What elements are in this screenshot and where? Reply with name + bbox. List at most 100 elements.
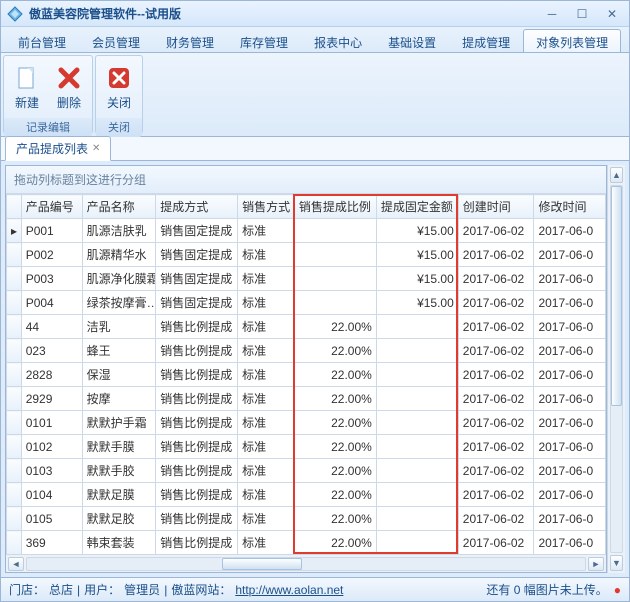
menu-6[interactable]: 提成管理 (449, 29, 523, 52)
close-button[interactable]: 关闭 (98, 58, 140, 116)
cell[interactable]: 销售比例提成 (156, 483, 238, 507)
cell[interactable]: 2828 (21, 363, 82, 387)
column-header[interactable]: 销售提成比例 (294, 195, 376, 219)
table-row[interactable]: ▸P001肌源洁肤乳销售固定提成标准¥15.002017-06-022017-0… (7, 219, 606, 243)
vscroll-thumb[interactable] (611, 186, 622, 406)
cell[interactable]: 2017-06-0 (534, 435, 606, 459)
vertical-scrollbar[interactable]: ▲ ▼ (607, 165, 625, 573)
cell[interactable] (376, 531, 458, 555)
menu-7[interactable]: 对象列表管理 (523, 29, 621, 52)
cell[interactable]: 洁乳 (82, 315, 156, 339)
cell[interactable]: 标准 (238, 459, 295, 483)
cell[interactable] (294, 291, 376, 315)
cell[interactable]: 销售固定提成 (156, 267, 238, 291)
cell[interactable]: 标准 (238, 411, 295, 435)
table-row[interactable]: P002肌源精华水销售固定提成标准¥15.002017-06-022017-06… (7, 243, 606, 267)
cell[interactable]: 销售固定提成 (156, 243, 238, 267)
close-tab-icon[interactable]: ✕ (92, 143, 100, 154)
cell[interactable]: 2017-06-0 (534, 459, 606, 483)
cell[interactable]: 2017-06-02 (458, 339, 534, 363)
cell[interactable]: 2017-06-0 (534, 315, 606, 339)
cell[interactable]: 标准 (238, 363, 295, 387)
cell[interactable] (376, 435, 458, 459)
column-header[interactable]: 产品名称 (82, 195, 156, 219)
cell[interactable]: P001 (21, 219, 82, 243)
column-header[interactable]: 创建时间 (458, 195, 534, 219)
column-header[interactable]: 提成固定金额 (376, 195, 458, 219)
cell[interactable]: 默默足胶 (82, 507, 156, 531)
table-row[interactable]: 44洁乳销售比例提成标准22.00%2017-06-022017-06-0 (7, 315, 606, 339)
cell[interactable]: 0105 (21, 507, 82, 531)
cell[interactable]: 2017-06-02 (458, 219, 534, 243)
cell[interactable]: 22.00% (294, 507, 376, 531)
cell[interactable]: 保湿 (82, 363, 156, 387)
cell[interactable]: 肌源净化膜霜 (82, 267, 156, 291)
cell[interactable]: 2017-06-02 (458, 531, 534, 555)
cell[interactable]: 2017-06-02 (458, 387, 534, 411)
cell[interactable]: 销售比例提成 (156, 339, 238, 363)
cell[interactable]: 销售比例提成 (156, 531, 238, 555)
cell[interactable]: 2017-06-0 (534, 219, 606, 243)
cell[interactable]: 标准 (238, 291, 295, 315)
cell[interactable]: 2017-06-02 (458, 291, 534, 315)
cell[interactable]: 023 (21, 339, 82, 363)
cell[interactable]: 2017-06-02 (458, 483, 534, 507)
cell[interactable]: 销售固定提成 (156, 219, 238, 243)
table-row[interactable]: 369韩束套装销售比例提成标准22.00%2017-06-022017-06-0 (7, 531, 606, 555)
cell[interactable]: ¥15.00 (376, 267, 458, 291)
cell[interactable]: 2017-06-0 (534, 483, 606, 507)
table-row[interactable]: 0101默默护手霜销售比例提成标准22.00%2017-06-022017-06… (7, 411, 606, 435)
cell[interactable]: 销售比例提成 (156, 435, 238, 459)
cell[interactable]: 2017-06-0 (534, 363, 606, 387)
hscroll-thumb[interactable] (222, 558, 302, 570)
close-window-button[interactable]: ✕ (601, 6, 623, 22)
cell[interactable]: 22.00% (294, 339, 376, 363)
cell[interactable]: 标准 (238, 219, 295, 243)
cell[interactable]: 22.00% (294, 531, 376, 555)
cell[interactable]: 标准 (238, 315, 295, 339)
cell[interactable]: ¥15.00 (376, 243, 458, 267)
cell[interactable]: 2017-06-0 (534, 387, 606, 411)
cell[interactable]: 0101 (21, 411, 82, 435)
cell[interactable]: 2017-06-0 (534, 531, 606, 555)
cell[interactable]: 销售比例提成 (156, 411, 238, 435)
cell[interactable]: 0104 (21, 483, 82, 507)
cell[interactable]: 蜂王 (82, 339, 156, 363)
cell[interactable] (376, 507, 458, 531)
group-by-bar[interactable]: 拖动列标题到这进行分组 (6, 166, 606, 194)
cell[interactable]: 绿茶按摩膏… (82, 291, 156, 315)
scroll-right-button[interactable]: ► (588, 557, 604, 571)
maximize-button[interactable]: ☐ (571, 6, 593, 22)
table-row[interactable]: 023蜂王销售比例提成标准22.00%2017-06-022017-06-0 (7, 339, 606, 363)
cell[interactable]: 默默护手霜 (82, 411, 156, 435)
horizontal-scrollbar[interactable]: ◄ ► (6, 554, 606, 572)
cell[interactable]: 2017-06-0 (534, 291, 606, 315)
column-header[interactable]: 提成方式 (156, 195, 238, 219)
cell[interactable]: 2017-06-02 (458, 315, 534, 339)
cell[interactable]: 2017-06-0 (534, 339, 606, 363)
menu-5[interactable]: 基础设置 (375, 29, 449, 52)
cell[interactable]: 2017-06-02 (458, 459, 534, 483)
cell[interactable] (376, 363, 458, 387)
column-header[interactable]: 修改时间 (534, 195, 606, 219)
cell[interactable]: 2929 (21, 387, 82, 411)
cell[interactable]: 22.00% (294, 315, 376, 339)
hscroll-track[interactable] (26, 557, 586, 571)
cell[interactable]: 韩束套装 (82, 531, 156, 555)
cell[interactable]: 0102 (21, 435, 82, 459)
cell[interactable]: 2017-06-02 (458, 507, 534, 531)
cell[interactable]: 22.00% (294, 363, 376, 387)
cell[interactable] (376, 483, 458, 507)
table-row[interactable]: 0102默默手膜销售比例提成标准22.00%2017-06-022017-06-… (7, 435, 606, 459)
minimize-button[interactable]: ─ (541, 6, 563, 22)
cell[interactable]: 销售比例提成 (156, 459, 238, 483)
cell[interactable]: 22.00% (294, 435, 376, 459)
cell[interactable] (376, 459, 458, 483)
cell[interactable]: 2017-06-02 (458, 267, 534, 291)
cell[interactable]: 44 (21, 315, 82, 339)
cell[interactable]: 22.00% (294, 483, 376, 507)
table-row[interactable]: 0103默默手胶销售比例提成标准22.00%2017-06-022017-06-… (7, 459, 606, 483)
table-row[interactable]: 0105默默足胶销售比例提成标准22.00%2017-06-022017-06-… (7, 507, 606, 531)
cell[interactable] (376, 411, 458, 435)
new-button[interactable]: 新建 (6, 58, 48, 116)
